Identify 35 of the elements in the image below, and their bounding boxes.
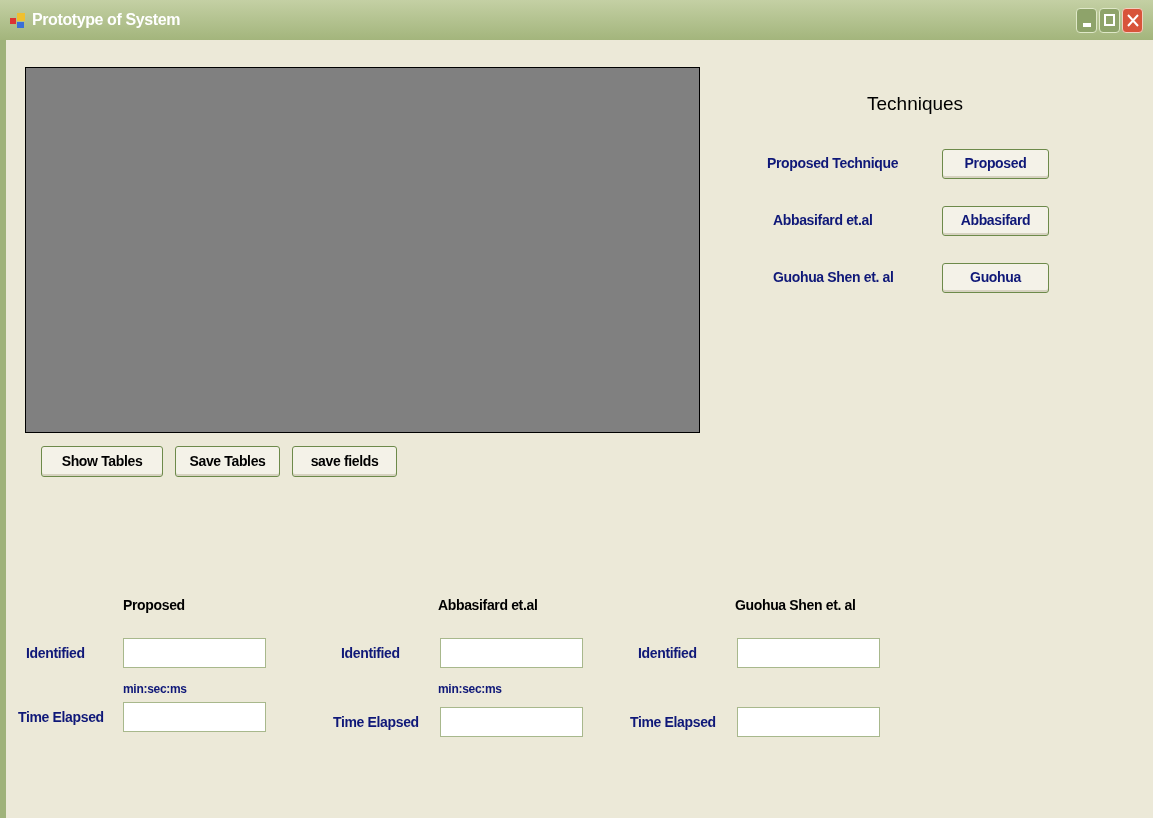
window-title: Prototype of System [32,10,180,30]
text-field[interactable] [737,638,880,668]
maximize-icon [1104,14,1115,26]
column-heading: Guohua Shen et. al [735,596,857,615]
table-button[interactable]: save fields [292,446,397,477]
technique-button[interactable]: Guohua [942,262,1049,293]
table-button[interactable]: Save Tables [175,446,280,477]
field-label: Time Elapsed [630,712,717,732]
format-hint: min:sec:ms [123,682,187,696]
minimize-button[interactable] [1076,7,1097,33]
text-field[interactable] [440,707,583,737]
field-label: Identified [340,643,401,663]
maximize-button[interactable] [1099,7,1120,33]
field-label: Time Elapsed [333,712,420,732]
field-label: Identified [637,643,698,663]
column-heading: Proposed [123,596,186,615]
field-label: Time Elapsed [18,707,105,727]
close-button[interactable] [1122,7,1143,33]
technique-button[interactable]: Abbasifard [942,205,1049,236]
column-heading: Abbasifard et.al [438,596,539,615]
table-button[interactable]: Show Tables [41,446,163,477]
technique-label: Proposed Technique [767,154,900,173]
text-field[interactable] [123,638,266,668]
technique-label: Abbasifard et.al [772,211,874,230]
text-field[interactable] [123,702,266,732]
format-hint: min:sec:ms [438,682,502,696]
close-icon [1126,13,1139,27]
text-field[interactable] [737,707,880,737]
technique-label: Guohua Shen et. al [772,268,895,287]
minimize-icon [1082,22,1091,27]
field-label: Identified [25,643,86,663]
section-title: Techniques [867,92,965,116]
technique-button[interactable]: Proposed [942,148,1049,179]
text-field[interactable] [440,638,583,668]
app-icon [10,12,26,28]
